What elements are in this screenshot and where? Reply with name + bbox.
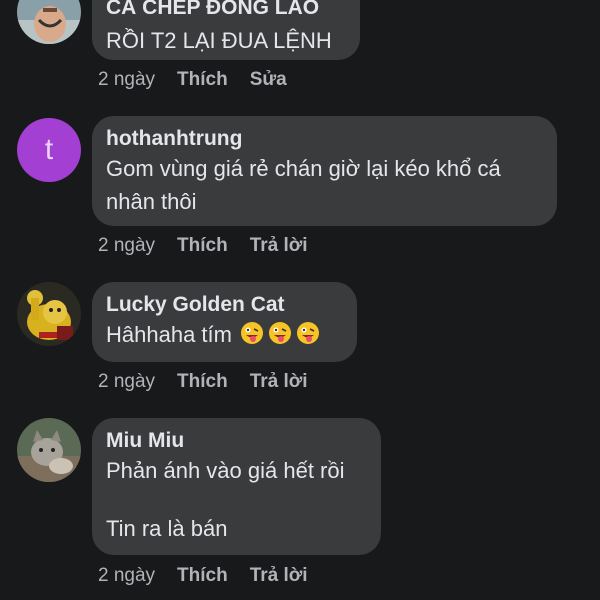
zany-face-icon [268, 322, 291, 344]
comment-actions: 2 ngày Thích Trả lời [98, 234, 308, 258]
avatar[interactable] [17, 418, 81, 482]
like-button[interactable]: Thích [177, 564, 228, 588]
comment-bubble: Lucky Golden Cat Hâhhaha tím [92, 282, 357, 362]
comment-actions: 2 ngày Thích Trả lời [98, 370, 308, 394]
avatar-letter: t [44, 133, 54, 166]
reply-button[interactable]: Trả lời [250, 370, 308, 394]
comment-text: RỒI T2 LẠI ĐUA LỆNH [106, 28, 332, 53]
comment-time[interactable]: 2 ngày [98, 370, 155, 394]
like-button[interactable]: Thích [177, 234, 228, 258]
like-button[interactable]: Thích [177, 68, 228, 92]
avatar[interactable] [17, 282, 81, 346]
emoji-group [236, 322, 320, 347]
comment-author[interactable]: Miu Miu [106, 428, 367, 454]
like-button[interactable]: Thích [177, 370, 228, 394]
comment-actions: 2 ngày Thích Sửa [98, 68, 287, 92]
comment-text-content: Hâhhaha tím [106, 322, 232, 347]
comment-time[interactable]: 2 ngày [98, 68, 155, 92]
comment-author[interactable]: hothanhtrung [106, 126, 543, 152]
avatar[interactable] [17, 0, 81, 44]
reply-button[interactable]: Trả lời [250, 564, 308, 588]
zany-face-icon [240, 322, 263, 344]
comment-bubble: Miu Miu Phản ánh vào giá hết rồi Tin ra … [92, 418, 381, 555]
comment-author[interactable]: CÁ CHÉP ĐÔNG LÀO [106, 0, 346, 18]
comment-bubble: hothanhtrung Gom vùng giá rẻ chán giờ lạ… [92, 116, 557, 226]
comment-time[interactable]: 2 ngày [98, 564, 155, 588]
comment-text: Hâhhaha tím [106, 318, 343, 351]
comment-actions: 2 ngày Thích Trả lời [98, 564, 308, 588]
comment-text: Phản ánh vào giá hết rồi Tin ra là bán [106, 458, 345, 541]
comment-author[interactable]: Lucky Golden Cat [106, 292, 343, 318]
comment-text: Gom vùng giá rẻ chán giờ lại kéo khổ cá … [106, 156, 501, 214]
comment-time[interactable]: 2 ngày [98, 234, 155, 258]
edit-button[interactable]: Sửa [250, 68, 287, 92]
zany-face-icon [296, 322, 319, 344]
reply-button[interactable]: Trả lời [250, 234, 308, 258]
comment-bubble: CÁ CHÉP ĐÔNG LÀO RỒI T2 LẠI ĐUA LỆNH [92, 0, 360, 60]
avatar[interactable]: t [17, 118, 81, 182]
